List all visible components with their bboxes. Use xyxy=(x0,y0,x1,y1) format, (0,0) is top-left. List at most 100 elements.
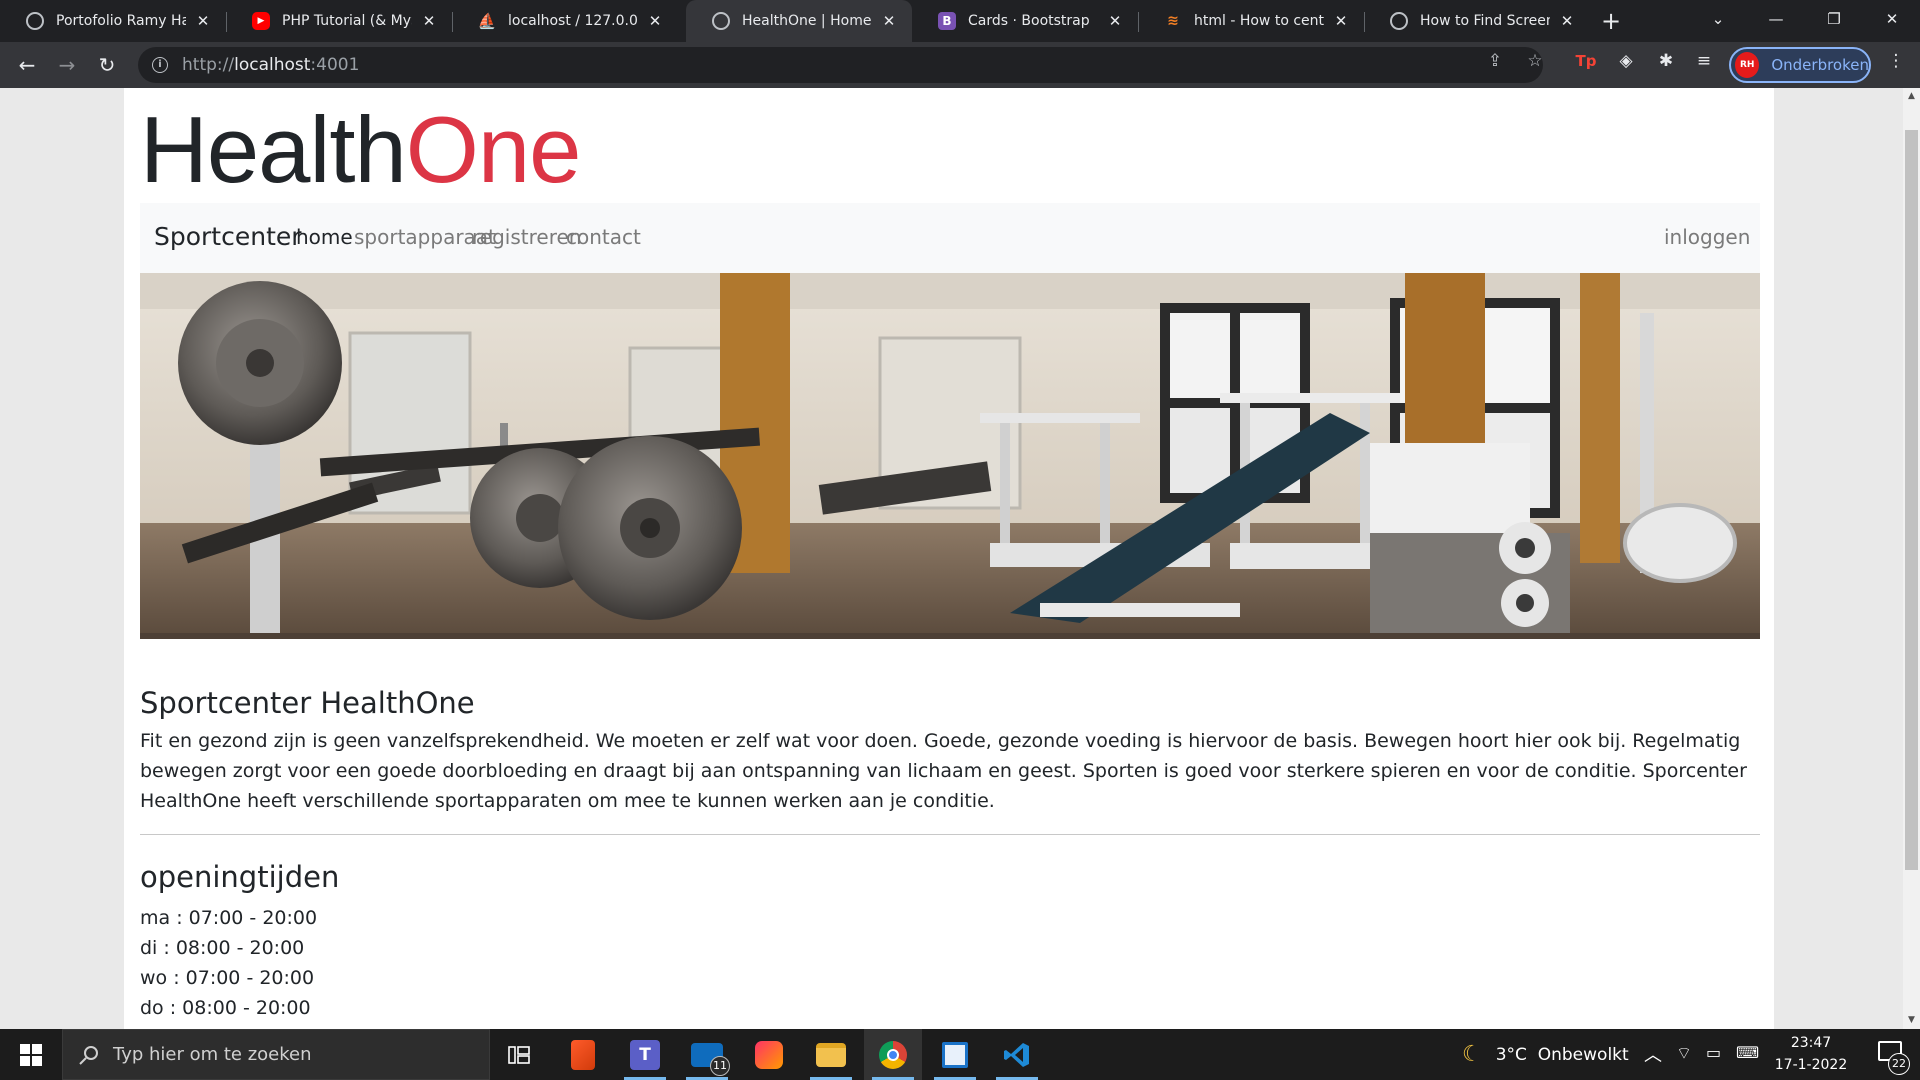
tab-search-chevron-icon[interactable]: ⌄ xyxy=(1690,0,1746,38)
scrollbar-thumb[interactable] xyxy=(1905,130,1918,870)
hours-line-do: do : 08:00 - 20:00 xyxy=(140,997,311,1019)
reload-button[interactable]: ↻ xyxy=(92,50,122,80)
hours-line-di: di : 08:00 - 20:00 xyxy=(140,937,305,959)
scroll-down-arrow-icon[interactable]: ▼ xyxy=(1903,1012,1920,1029)
avatar: RH xyxy=(1735,52,1760,78)
network-icon[interactable]: ⌔ xyxy=(1676,1043,1692,1064)
teams-icon: T xyxy=(630,1039,660,1070)
start-button[interactable] xyxy=(0,1029,62,1080)
task-view-button[interactable] xyxy=(490,1029,548,1080)
notification-center-button[interactable]: 22 xyxy=(1866,1029,1920,1080)
moon-icon: ☾ xyxy=(1462,1042,1482,1067)
tab-portfolio[interactable]: Portofolio Ramy Harouna ✕ xyxy=(0,0,226,42)
tab-title: Cards · Bootstrap xyxy=(968,13,1090,29)
youtube-icon: ▶ xyxy=(252,12,270,30)
close-icon[interactable]: ✕ xyxy=(880,12,898,30)
bookmark-star-icon[interactable]: ☆ xyxy=(1524,50,1546,72)
globe-icon xyxy=(1390,12,1408,30)
back-button[interactable]: ← xyxy=(12,50,42,80)
nav-link-inloggen[interactable]: inloggen xyxy=(1664,225,1750,249)
gym-illustration xyxy=(140,273,1760,639)
tab-phpmyadmin[interactable]: ⛵ localhost / 127.0.0.1 / ✕ xyxy=(452,0,678,42)
search-placeholder: Typ hier om te zoeken xyxy=(113,1044,312,1065)
vscode-app[interactable] xyxy=(988,1029,1046,1080)
mail-badge: 11 xyxy=(710,1056,730,1076)
main-content: Sportcenter HealthOne Fit en gezond zijn… xyxy=(140,684,1760,1023)
tab-title: localhost / 127.0.0.1 / xyxy=(508,13,638,29)
profile-label: Onderbroken xyxy=(1771,56,1869,74)
close-icon[interactable]: ✕ xyxy=(646,12,664,30)
search-icon xyxy=(79,1045,98,1065)
creative-cloud-app[interactable] xyxy=(740,1029,798,1080)
info-icon[interactable]: i xyxy=(152,57,168,73)
intro-paragraph: Fit en gezond zijn is geen vanzelfspreke… xyxy=(140,730,1747,812)
taskbar-search-box[interactable]: Typ hier om te zoeken xyxy=(62,1029,490,1080)
mail-app[interactable]: 11 xyxy=(678,1029,736,1080)
healthone-logo: HealthOne xyxy=(140,97,581,202)
system-clock[interactable]: 23:47 17-1-2022 xyxy=(1762,1032,1860,1076)
weather-widget[interactable]: ☾ 3°C Onbewolkt xyxy=(1462,1029,1629,1080)
bootstrap-icon: B xyxy=(938,12,956,30)
share-icon[interactable]: ⇪ xyxy=(1484,50,1506,72)
teams-app[interactable]: T xyxy=(616,1029,674,1080)
keyboard-icon[interactable]: ⌨ xyxy=(1736,1043,1759,1062)
weather-text: 3°C Onbewolkt xyxy=(1495,1044,1629,1065)
browser-toolbar: ← → ↻ i http://localhost:4001 ⇪ ☆ Tp ◈ ✱… xyxy=(0,42,1920,88)
close-icon[interactable]: ✕ xyxy=(1106,12,1124,30)
close-icon[interactable]: ✕ xyxy=(1332,12,1350,30)
hours-line-wo: wo : 07:00 - 20:00 xyxy=(140,967,315,989)
stackoverflow-icon: ≋ xyxy=(1167,13,1179,29)
notepad-icon xyxy=(942,1041,968,1068)
file-explorer-app[interactable] xyxy=(802,1029,860,1080)
close-window-button[interactable]: ✕ xyxy=(1864,0,1920,38)
extension-tp-icon[interactable]: Tp xyxy=(1574,50,1598,72)
tab-title: How to Find Screenshots xyxy=(1420,13,1550,29)
page-heading: Sportcenter HealthOne xyxy=(140,686,475,720)
browser-tab-strip: Portofolio Ramy Harouna ✕ ▶ PHP Tutorial… xyxy=(0,0,1920,42)
page-container: HealthOne Sportcenter home sportapparaat… xyxy=(124,88,1774,1029)
tab-title: PHP Tutorial (& MySQL xyxy=(282,13,412,29)
url-text: http://localhost:4001 xyxy=(182,55,360,75)
new-tab-button[interactable]: + xyxy=(1598,8,1624,34)
minimize-button[interactable]: — xyxy=(1748,0,1804,38)
scroll-up-arrow-icon[interactable]: ▲ xyxy=(1903,88,1920,105)
hours-heading: openingtijden xyxy=(140,860,340,894)
nav-link-home[interactable]: home xyxy=(296,225,353,249)
office-app[interactable] xyxy=(554,1029,612,1080)
hours-line-ma: ma : 07:00 - 20:00 xyxy=(140,907,318,929)
notepad-app[interactable] xyxy=(926,1029,984,1080)
task-view-icon xyxy=(508,1045,530,1064)
page-scrollbar[interactable]: ▲ ▼ xyxy=(1903,88,1920,1029)
extensions-puzzle-icon[interactable]: ✱ xyxy=(1654,50,1678,72)
tab-screenshots[interactable]: How to Find Screenshots ✕ xyxy=(1364,0,1590,42)
tab-bootstrap-cards[interactable]: B Cards · Bootstrap ✕ xyxy=(912,0,1138,42)
clock-date: 17-1-2022 xyxy=(1774,1057,1848,1073)
profile-button[interactable]: RH Onderbroken xyxy=(1729,47,1871,83)
nav-link-contact[interactable]: contact xyxy=(566,225,641,249)
tab-healthone[interactable]: HealthOne | Home ✕ xyxy=(686,0,912,42)
media-queue-icon[interactable]: ≡ xyxy=(1692,50,1716,72)
close-icon[interactable]: ✕ xyxy=(1558,12,1576,30)
file-explorer-icon xyxy=(816,1042,846,1067)
chrome-app[interactable] xyxy=(864,1029,922,1080)
navbar-brand[interactable]: Sportcenter xyxy=(154,222,302,251)
restore-button[interactable]: ❐ xyxy=(1806,0,1862,38)
phpmyadmin-icon: ⛵ xyxy=(477,12,497,30)
browser-menu-icon[interactable]: ⋮ xyxy=(1884,50,1908,72)
tab-stackoverflow[interactable]: ≋ html - How to center ✕ xyxy=(1138,0,1364,42)
site-navbar: Sportcenter home sportapparaat registrer… xyxy=(140,203,1760,273)
forward-button[interactable]: → xyxy=(52,50,82,80)
hero-image-gym xyxy=(140,273,1760,639)
close-icon[interactable]: ✕ xyxy=(194,12,212,30)
extension-shield-icon[interactable]: ◈ xyxy=(1614,50,1638,72)
page-viewport: HealthOne Sportcenter home sportapparaat… xyxy=(0,88,1903,1029)
chrome-icon xyxy=(879,1040,907,1069)
tray-chevron-up-icon[interactable]: ︿ xyxy=(1644,1041,1662,1067)
windows-logo-icon xyxy=(20,1043,42,1066)
address-bar[interactable]: i http://localhost:4001 xyxy=(138,47,1543,83)
tab-title: html - How to center xyxy=(1194,13,1324,29)
close-icon[interactable]: ✕ xyxy=(420,12,438,30)
battery-icon[interactable]: ▭ xyxy=(1706,1043,1721,1062)
notification-count-badge: 22 xyxy=(1888,1053,1910,1075)
tab-php-tutorial[interactable]: ▶ PHP Tutorial (& MySQL ✕ xyxy=(226,0,452,42)
